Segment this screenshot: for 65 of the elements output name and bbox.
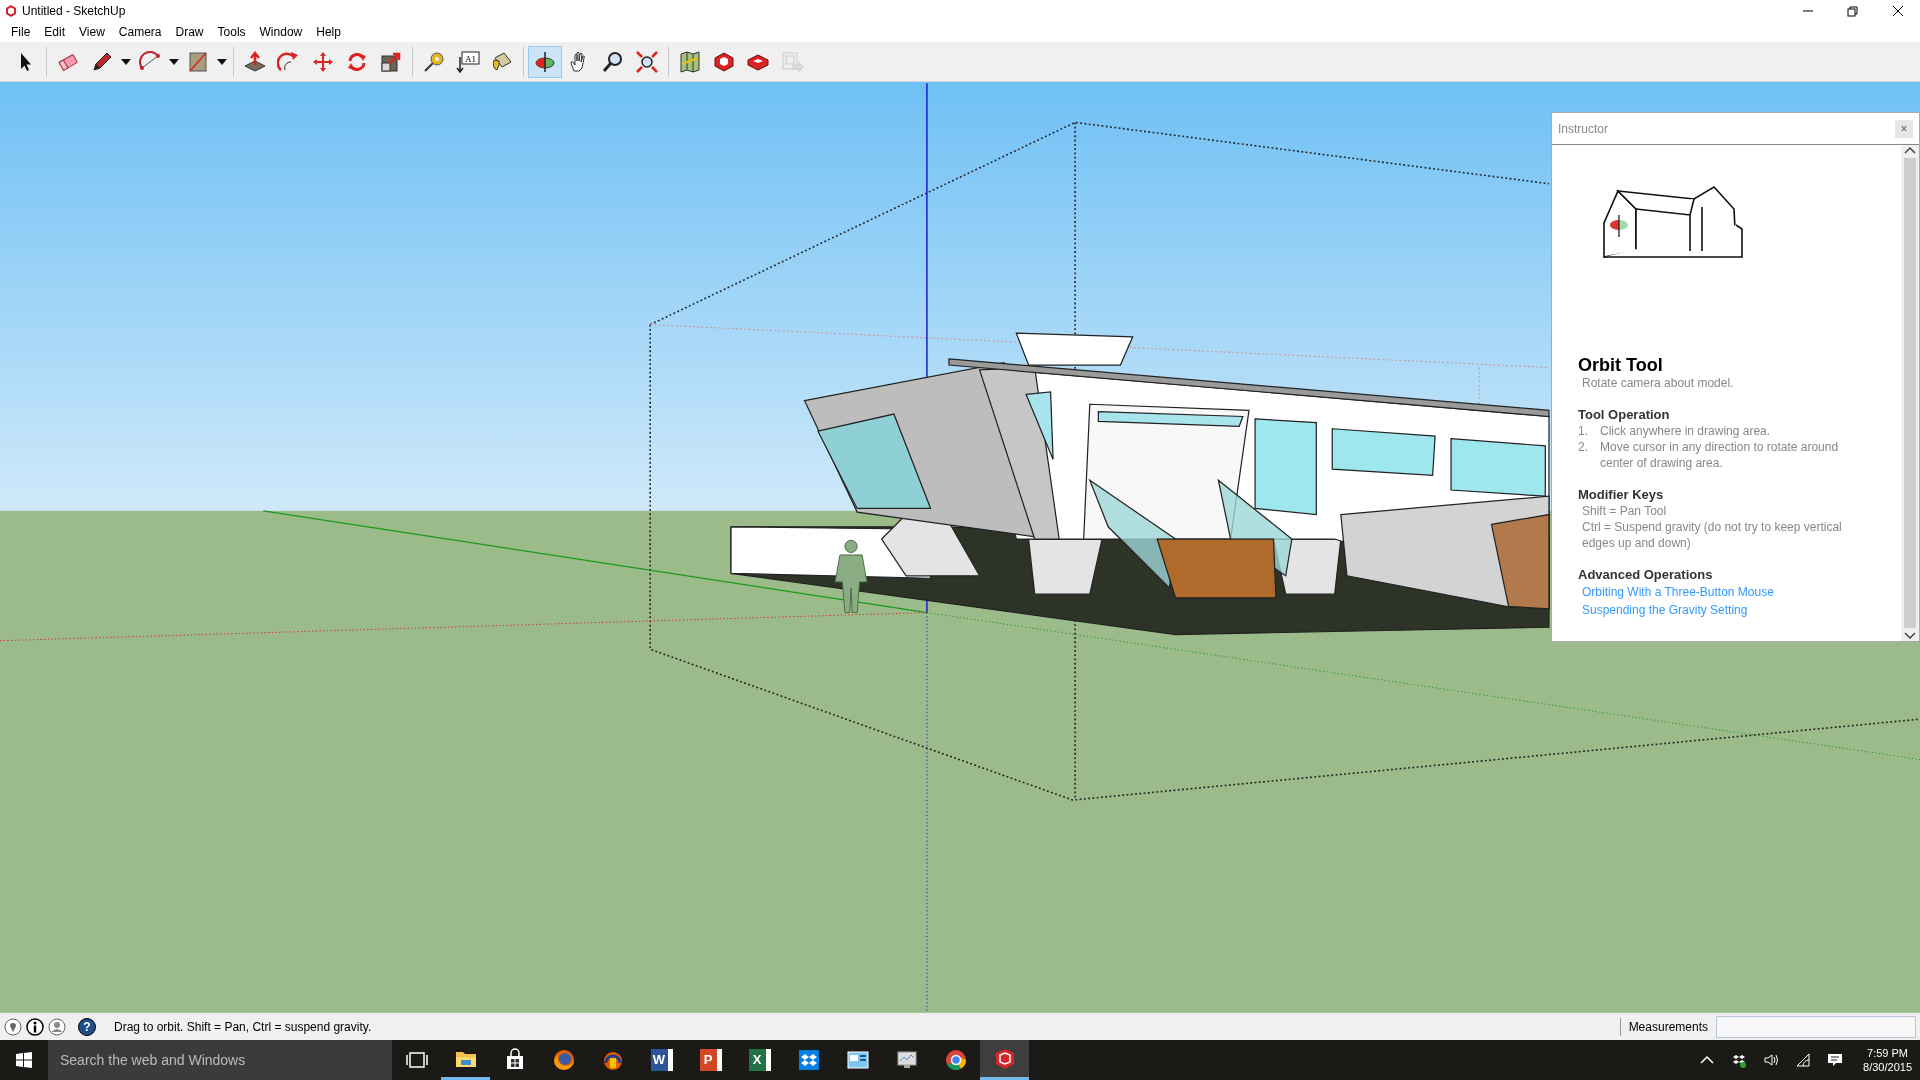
scroll-up-icon[interactable] (1904, 145, 1916, 155)
modifier-text: Ctrl = Suspend gravity (do not try to keep vertical edges up and down) (1581, 519, 1843, 551)
word-app-icon: W (650, 1049, 673, 1071)
caret-icon (169, 58, 179, 65)
menu-item[interactable]: Help (309, 22, 348, 42)
menu-item[interactable]: View (72, 22, 112, 42)
map-icon (678, 49, 702, 74)
volume-icon[interactable] (1763, 1052, 1780, 1068)
clock-date[interactable]: 8/30/2015 (1863, 1060, 1912, 1074)
window-title: Untitled - SketchUp (22, 3, 126, 20)
dropbox-icon (796, 1048, 821, 1072)
list-number: 2. (1578, 439, 1589, 456)
measurements-label: Measurements (1619, 1017, 1708, 1036)
modifier-text: Shift = Pan Tool (1581, 503, 1668, 519)
sketchup-taskbar-button[interactable] (980, 1040, 1029, 1080)
menu-item[interactable]: Edit (37, 22, 73, 42)
list-number: 1. (1578, 423, 1589, 439)
user-icon[interactable] (48, 1017, 66, 1036)
zoom-extents-icon (635, 49, 659, 74)
tool-description: Rotate camera about model. (1581, 375, 1735, 391)
word-taskbar-button[interactable]: W (637, 1040, 686, 1080)
restore-icon[interactable] (1845, 5, 1860, 17)
menu-item[interactable]: Draw (168, 22, 211, 42)
info-icon[interactable] (26, 1017, 44, 1036)
chrome-logo-icon (943, 1048, 968, 1072)
measurements-field[interactable] (1716, 1015, 1916, 1038)
dropbox-icon[interactable] (1731, 1052, 1748, 1068)
search-field[interactable]: Search the web and Windows (48, 1040, 392, 1080)
app-logo-icon (4, 4, 18, 18)
section-heading: Advanced Operations (1578, 567, 1714, 583)
list-text: Move cursor in any direction to rotate around center of drawing area. (1600, 439, 1840, 471)
tape-measure-icon (422, 49, 446, 74)
menu-item[interactable]: Window (252, 22, 310, 42)
panel-title: Instructor (1558, 120, 1608, 138)
status-hint: Drag to orbit. Shift = Pan, Ctrl = suspend gravity. (114, 1018, 372, 1036)
excel-app-icon: X (748, 1049, 771, 1071)
layout-icon (780, 49, 804, 74)
caret-icon (217, 58, 227, 65)
tool-name: Orbit Tool (1578, 355, 1664, 375)
excel-taskbar-button[interactable]: X (735, 1040, 784, 1080)
curved-arrow-icon (277, 49, 301, 74)
close-button[interactable]: × (1895, 119, 1913, 138)
scroll-down-icon[interactable] (1904, 631, 1916, 641)
close-icon[interactable] (1890, 5, 1905, 17)
orbit-tool-button[interactable] (528, 45, 562, 78)
magnifier-icon (601, 49, 625, 74)
menu-item[interactable]: Tools (210, 22, 253, 42)
clock-time[interactable]: 7:59 PM (1863, 1046, 1912, 1060)
powerpoint-app-icon: P (699, 1049, 722, 1071)
section-heading: Modifier Keys (1578, 487, 1665, 503)
orbit-icon (533, 49, 557, 74)
push-pull-icon (243, 49, 267, 74)
menu-item[interactable]: File (4, 22, 38, 42)
caret-icon (121, 58, 131, 65)
windows-logo-icon (16, 1052, 32, 1068)
list-text: Click anywhere in drawing area. (1600, 423, 1771, 439)
help-button[interactable]: ? (78, 1017, 96, 1036)
section-heading: Tool Operation (1578, 407, 1671, 423)
rectangle-icon (186, 49, 210, 74)
menu-item[interactable]: Camera (111, 22, 169, 42)
notification-icon[interactable] (1827, 1052, 1844, 1068)
location-icon[interactable] (4, 1017, 22, 1036)
control-panel-icon (845, 1048, 870, 1072)
scroll-bar[interactable] (1901, 145, 1919, 641)
powerpoint-taskbar-button[interactable]: P (686, 1040, 735, 1080)
